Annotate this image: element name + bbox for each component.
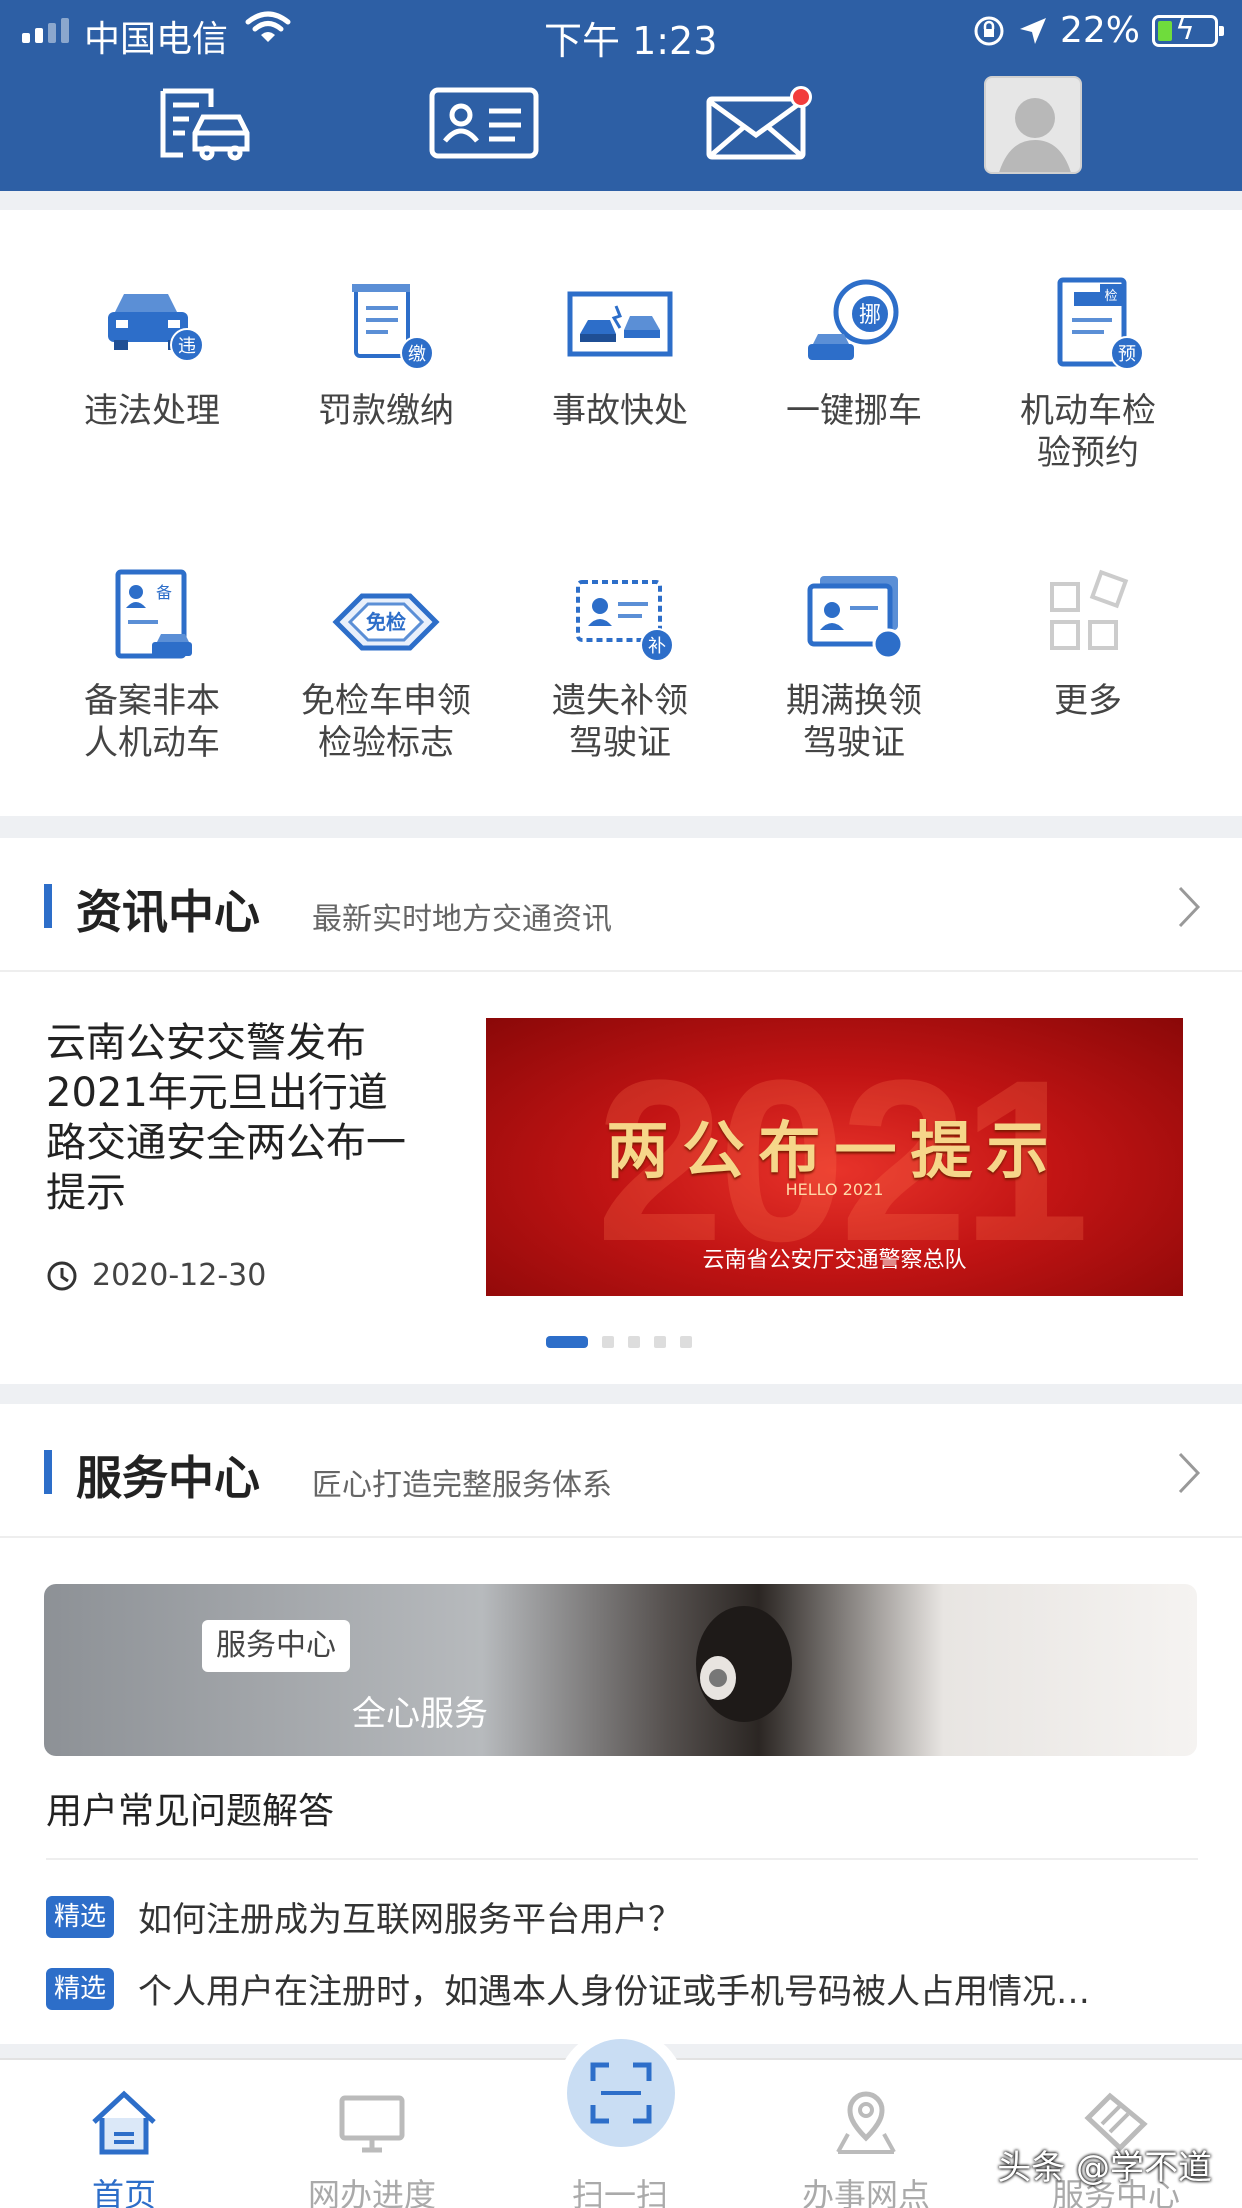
service-label: 遗失补领 驾驶证: [552, 681, 688, 763]
service-center-banner[interactable]: 服务中心 全心服务: [44, 1584, 1197, 1756]
service-label: 备案非本 人机动车: [84, 681, 220, 763]
status-bar: 中国电信 下午 1:23 22% ϟ: [0, 0, 1242, 63]
section-bar: [44, 1450, 52, 1494]
badge: 补: [640, 628, 674, 662]
section-subtitle: 最新实时地方交通资讯: [312, 902, 612, 937]
service-move-car[interactable]: 挪 一键挪车: [730, 270, 978, 432]
tab-scan[interactable]: [556, 2028, 686, 2158]
faq-item[interactable]: 精选 个人用户在注册时，如遇本人身份证或手机号码被人占用情况…: [46, 1964, 1090, 2013]
rotation-lock-icon: [974, 16, 1004, 45]
inspection-booking-icon: 检 预: [1028, 270, 1148, 380]
location-pin-icon: [836, 2091, 896, 2154]
service-label: 违法处理: [84, 391, 220, 431]
signal-icon: [22, 18, 69, 43]
service-lost-license[interactable]: 补 遗失补领 驾驶证: [496, 560, 744, 764]
battery-icon: ϟ: [1152, 12, 1224, 47]
service-violation[interactable]: 违 违法处理: [28, 270, 276, 432]
vehicle-list-icon[interactable]: [152, 80, 262, 166]
banner-headline: 两公布一提示: [606, 1114, 1063, 1187]
service-grid: 违 违法处理 缴 罚款缴纳 事故快处 挪 一键挪车 检 预 机动车检 验预约 备…: [0, 210, 1242, 816]
service-more[interactable]: 更多: [964, 560, 1212, 722]
service-renew-license[interactable]: 期满换领 驾驶证: [730, 560, 978, 764]
register-vehicle-icon: 备: [92, 560, 212, 670]
banner-slogan: 全心服务: [352, 1694, 488, 1734]
carrier-name: 中国电信: [84, 19, 229, 60]
banner-hello: HELLO 2021: [785, 1180, 884, 1199]
tab-progress[interactable]: 网办进度: [272, 2088, 472, 2208]
scan-icon: [590, 2062, 652, 2124]
divider: [46, 1858, 1198, 1860]
featured-tag: 精选: [46, 1967, 115, 2010]
news-panel: 资讯中心 最新实时地方交通资讯 云南公安交警发布2021年元旦出行道路交通安全两…: [0, 838, 1242, 1384]
wifi-icon: [245, 11, 291, 42]
service-center-header[interactable]: 服务中心 匠心打造完整服务体系: [0, 1404, 1242, 1538]
notification-dot: [790, 86, 812, 108]
section-bar: [44, 884, 52, 928]
top-bar: 中国电信 下午 1:23 22% ϟ: [0, 0, 1242, 191]
service-fine-payment[interactable]: 缴 罚款缴纳: [262, 270, 510, 432]
service-inspection-booking[interactable]: 检 预 机动车检 验预约: [964, 270, 1212, 474]
section-title: 服务中心: [76, 1451, 260, 1505]
carousel-indicator[interactable]: [546, 1336, 692, 1348]
badge: 违: [170, 328, 204, 362]
clock: 下午 1:23: [544, 19, 718, 63]
tab-home[interactable]: 首页: [24, 2088, 224, 2208]
clock-icon: [47, 1261, 77, 1290]
faq-question: 个人用户在注册时，如遇本人身份证或手机号码被人占用情况…: [138, 1972, 1091, 2012]
service-label: 期满换领 驾驶证: [786, 681, 922, 763]
mail-icon[interactable]: [702, 80, 814, 166]
violation-car-icon: 违: [92, 270, 212, 380]
monitor-icon: [339, 2095, 405, 2153]
tab-label: 办事网点: [801, 2176, 930, 2208]
svg-text:备: 备: [156, 583, 172, 602]
service-label: 更多: [1054, 681, 1122, 721]
faq-question: 如何注册成为互联网服务平台用户？: [138, 1900, 683, 1940]
renew-license-icon: [794, 560, 914, 670]
service-exempt-inspection[interactable]: 免检 免检车申领 检验标志: [262, 560, 510, 764]
move-car-icon: 挪: [794, 270, 914, 380]
faq-heading: 用户常见问题解答: [46, 1791, 335, 1832]
banner-org: 云南省公安厅交通警察总队: [702, 1248, 967, 1273]
faq-item[interactable]: 精选 如何注册成为互联网服务平台用户？: [46, 1892, 682, 1941]
banner-tag: 服务中心: [202, 1620, 350, 1672]
service-accident[interactable]: 事故快处: [496, 270, 744, 432]
svg-text:检: 检: [1104, 289, 1117, 304]
date-text: 2020-12-30: [92, 1258, 267, 1293]
watermark: 头条 @学不道: [997, 2148, 1212, 2188]
service-label: 一键挪车: [786, 391, 922, 431]
news-article-title[interactable]: 云南公安交警发布2021年元旦出行道路交通安全两公布一提示: [46, 1018, 426, 1218]
fine-payment-icon: 缴: [326, 270, 446, 380]
avatar[interactable]: [984, 76, 1082, 174]
tab-label: 扫一扫: [571, 2176, 668, 2208]
location-arrow-icon: [1019, 17, 1046, 44]
service-label: 机动车检 验预约: [1020, 391, 1156, 473]
headset-agent-image: [696, 1606, 792, 1722]
more-grid-icon: [1028, 560, 1148, 670]
service-register-vehicle[interactable]: 备 备案非本 人机动车: [28, 560, 276, 764]
badge: 缴: [400, 336, 434, 370]
tab-label: 网办进度: [307, 2176, 436, 2208]
svg-text:免检: 免检: [366, 610, 406, 634]
news-date: 2020-12-30: [46, 1258, 266, 1293]
lost-license-icon: 补: [560, 560, 680, 670]
service-label: 免检车申领 检验标志: [301, 681, 471, 763]
section-subtitle: 匠心打造完整服务体系: [312, 1468, 612, 1503]
tab-service-points[interactable]: 办事网点: [766, 2088, 966, 2208]
featured-tag: 精选: [46, 1895, 115, 1938]
chevron-right-icon[interactable]: [1176, 1450, 1202, 1496]
badge: 预: [1110, 336, 1144, 370]
exempt-inspection-icon: 免检: [326, 560, 446, 670]
home-icon: [92, 2090, 156, 2155]
id-card-icon[interactable]: [428, 80, 540, 166]
tab-label: 首页: [91, 2176, 156, 2208]
service-label: 事故快处: [552, 391, 688, 431]
news-banner-image[interactable]: 2021 两公布一提示 HELLO 2021 云南省公安厅交通警察总队: [486, 1018, 1183, 1296]
news-header[interactable]: 资讯中心 最新实时地方交通资讯: [0, 838, 1242, 972]
battery-percent: 22%: [1059, 10, 1140, 51]
section-title: 资讯中心: [76, 885, 260, 939]
service-label: 罚款缴纳: [318, 391, 454, 431]
badge: 挪: [850, 294, 890, 334]
chevron-right-icon[interactable]: [1176, 884, 1202, 930]
accident-icon: [560, 270, 680, 380]
